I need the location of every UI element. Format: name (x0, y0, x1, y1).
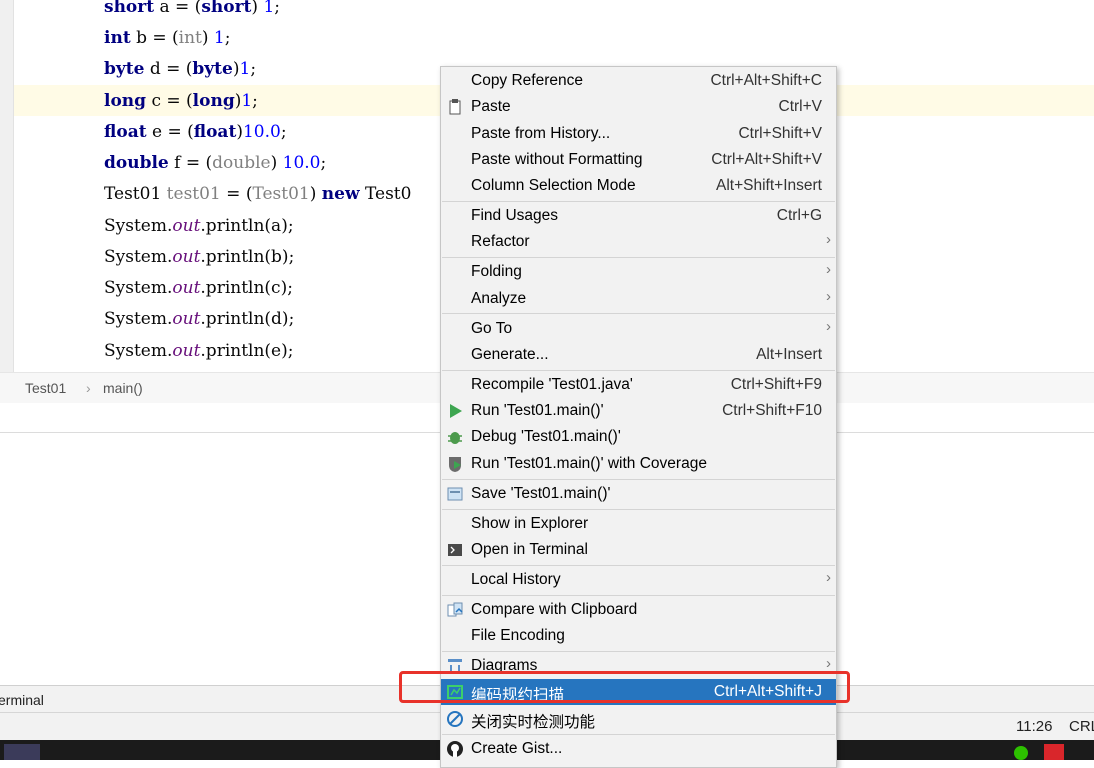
intellij-taskbar-icon[interactable] (4, 744, 40, 760)
editor-gutter (0, 0, 14, 372)
chevron-right-icon: › (826, 655, 831, 672)
menu-item-generate[interactable]: Generate... Alt+Insert (441, 342, 836, 368)
code-line[interactable]: System.out.println(c); (104, 273, 293, 304)
menu-item-file-encoding[interactable]: File Encoding (441, 623, 836, 649)
menu-item-column-selection-mode[interactable]: Column Selection Mode Alt+Shift+Insert (441, 173, 836, 199)
menu-item-analyze[interactable]: Analyze › (441, 286, 836, 312)
menu-separator (442, 651, 835, 652)
code-line[interactable]: System.out.println(d); (104, 304, 294, 335)
menu-item-refactor[interactable]: Refactor › (441, 229, 836, 255)
code-line[interactable]: float e = (float)10.0; (104, 117, 287, 148)
chevron-right-icon: › (826, 288, 831, 305)
code-line[interactable]: System.out.println(a); (104, 211, 294, 242)
github-icon (446, 740, 464, 758)
code-line[interactable]: byte d = (byte)1; (104, 54, 256, 85)
menu-item-open-in-terminal[interactable]: Open in Terminal (441, 537, 836, 563)
menu-item-show-in-explorer[interactable]: Show in Explorer (441, 511, 836, 537)
compare-icon (446, 601, 464, 619)
menu-item-local-history[interactable]: Local History › (441, 567, 836, 593)
chevron-right-icon: › (826, 318, 831, 335)
menu-item-debug[interactable]: Debug 'Test01.main()' (441, 424, 836, 450)
save-config-icon (446, 485, 464, 503)
code-line[interactable]: Test01 test01 = (Test01) new Test0 (104, 179, 411, 210)
cursor-position[interactable]: 11:26 (1016, 718, 1052, 735)
menu-separator (442, 509, 835, 510)
menu-item-save-configuration[interactable]: Save 'Test01.main()' (441, 481, 836, 507)
menu-item-create-gist[interactable]: Create Gist... (441, 736, 836, 762)
breadcrumb-method[interactable]: main() (103, 380, 143, 396)
tab-terminal[interactable]: erminal (0, 692, 44, 708)
code-editor[interactable]: short a = (short) 1; int b = (int) 1; by… (104, 0, 411, 361)
menu-separator (442, 313, 835, 314)
code-line[interactable]: long c = (long)1; (104, 86, 258, 117)
clipboard-icon (446, 98, 464, 116)
chevron-right-icon: › (826, 231, 831, 248)
menu-separator (442, 257, 835, 258)
menu-item-copy-reference[interactable]: Copy Reference Ctrl+Alt+Shift+C (441, 68, 836, 94)
menu-item-run-with-coverage[interactable]: Run 'Test01.main()' with Coverage (441, 451, 836, 477)
menu-item-folding[interactable]: Folding › (441, 259, 836, 285)
highlight-annotation-box (399, 671, 850, 703)
menu-separator (442, 370, 835, 371)
menu-separator (442, 734, 835, 735)
coverage-icon (446, 455, 464, 473)
menu-item-find-usages[interactable]: Find Usages Ctrl+G (441, 203, 836, 229)
code-line[interactable]: double f = (double) 10.0; (104, 148, 326, 179)
wechat-tray-icon[interactable] (1014, 746, 1028, 760)
chevron-right-icon: › (826, 261, 831, 278)
menu-item-disable-realtime-check[interactable]: 关闭实时检测功能 (441, 706, 836, 732)
debug-icon (446, 428, 464, 446)
code-line[interactable]: int b = (int) 1; (104, 23, 230, 54)
menu-item-paste-without-formatting[interactable]: Paste without Formatting Ctrl+Alt+Shift+V (441, 147, 836, 173)
menu-item-run[interactable]: Run 'Test01.main()' Ctrl+Shift+F10 (441, 398, 836, 424)
code-line[interactable]: System.out.println(b); (104, 242, 294, 273)
code-line[interactable]: System.out.println(e); (104, 336, 293, 367)
breadcrumb-class[interactable]: Test01 (25, 380, 66, 396)
menu-separator (442, 479, 835, 480)
menu-item-compare-with-clipboard[interactable]: Compare with Clipboard (441, 597, 836, 623)
editor-context-menu: Copy Reference Ctrl+Alt+Shift+C Paste Ctrl… (440, 66, 837, 768)
menu-item-paste[interactable]: Paste Ctrl+V (441, 94, 836, 120)
menu-item-paste-from-history[interactable]: Paste from History... Ctrl+Shift+V (441, 121, 836, 147)
menu-separator (442, 201, 835, 202)
chevron-right-icon: › (826, 569, 831, 586)
menu-item-go-to[interactable]: Go To › (441, 316, 836, 342)
line-separator[interactable]: CRL (1069, 718, 1094, 735)
menu-item-recompile[interactable]: Recompile 'Test01.java' Ctrl+Shift+F9 (441, 372, 836, 398)
forbid-icon (446, 710, 464, 728)
code-line[interactable]: short a = (short) 1; (104, 0, 280, 23)
run-icon (446, 402, 464, 420)
menu-separator (442, 565, 835, 566)
tray-app-icon[interactable] (1044, 744, 1064, 760)
menu-separator (442, 595, 835, 596)
terminal-icon (446, 541, 464, 559)
breadcrumb-separator: › (86, 380, 91, 396)
